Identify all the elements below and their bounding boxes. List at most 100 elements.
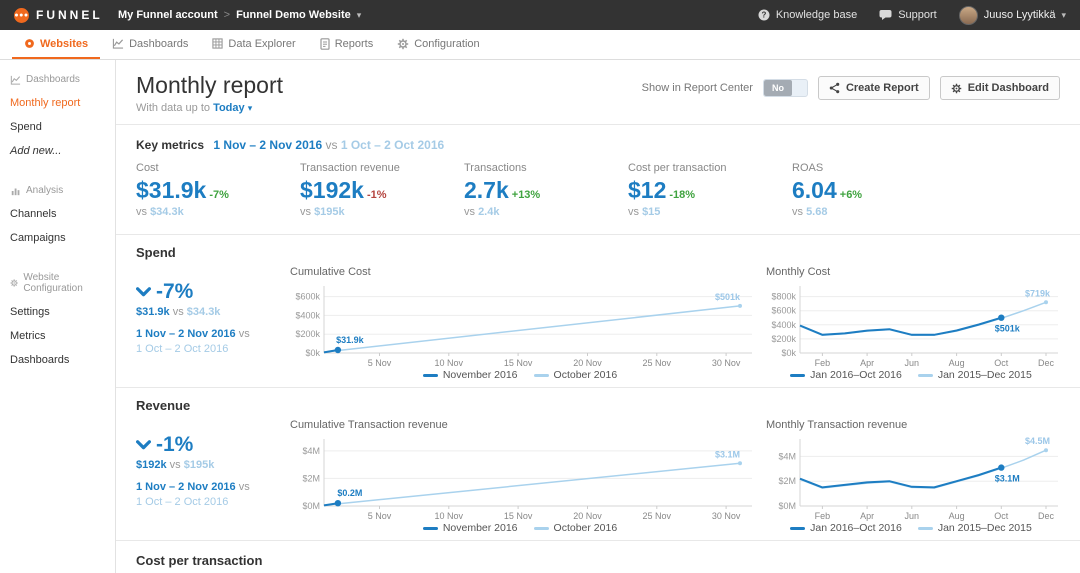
monthly-transaction-revenue-chart: Monthly Transaction revenue $0M$2M$4MFeb…: [762, 419, 1060, 534]
svg-text:$501k: $501k: [995, 324, 1021, 334]
edit-dashboard-label: Edit Dashboard: [968, 82, 1049, 94]
chart-plot[interactable]: $0M$2M$4M5 Nov10 Nov15 Nov20 Nov25 Nov30…: [286, 433, 754, 521]
metric-label: Cost per transaction: [628, 162, 792, 174]
question-icon: ?: [758, 9, 770, 21]
revenue-summary[interactable]: -1% $192k vs $195k 1 Nov – 2 Nov 2016 vs…: [136, 419, 286, 510]
svg-text:Aug: Aug: [949, 511, 965, 521]
chart-legend: Jan 2016–Oct 2016 Jan 2015–Dec 2015: [762, 522, 1060, 534]
metric-label: Transactions: [464, 162, 628, 174]
sidebar-header-label: Website Configuration: [23, 272, 105, 294]
breadcrumb-account[interactable]: My Funnel account: [118, 9, 218, 21]
funnel-logo[interactable]: ●●● FUNNEL: [0, 8, 118, 23]
sidebar-item-monthly-report[interactable]: Monthly report: [0, 91, 115, 115]
metric-transactions[interactable]: Transactions 2.7k+13% vs 2.4k: [464, 162, 628, 218]
document-icon: [320, 38, 330, 50]
metric-transaction-revenue[interactable]: Transaction revenue $192k-1% vs $195k: [300, 162, 464, 218]
legend-item[interactable]: Jan 2016–Oct 2016: [790, 522, 902, 534]
svg-text:Dec: Dec: [1038, 511, 1055, 521]
legend-label: November 2016: [443, 522, 518, 534]
report-center-toggle[interactable]: No: [763, 79, 808, 97]
svg-text:$31.9k: $31.9k: [336, 335, 365, 345]
main-content: Monthly report With data up to Today ▾ S…: [116, 60, 1080, 573]
support-link[interactable]: Support: [879, 9, 937, 21]
svg-text:$3.1M: $3.1M: [995, 474, 1020, 484]
metric-cost-per-transaction[interactable]: Cost per transaction $12-18% vs $15: [628, 162, 792, 218]
metric-delta: +6%: [840, 189, 862, 201]
sidebar-item-channels[interactable]: Channels: [0, 202, 115, 226]
sidebar-item-metrics[interactable]: Metrics: [0, 324, 115, 348]
section-title: Revenue: [136, 398, 1060, 413]
legend-item[interactable]: November 2016: [423, 369, 518, 381]
vs-label: vs: [325, 138, 337, 152]
subtitle-prefix: With data up to: [136, 102, 210, 114]
tab-reports[interactable]: Reports: [308, 30, 386, 59]
line-chart-icon: [10, 75, 21, 85]
metric-delta: +13%: [512, 189, 540, 201]
legend-item[interactable]: Jan 2015–Dec 2015: [918, 522, 1032, 534]
header-actions: Show in Report Center No Create Report E…: [642, 76, 1060, 100]
user-menu[interactable]: Juuso Lyytikkä ▾: [959, 6, 1066, 25]
section-title: Cost per transaction: [136, 553, 1060, 568]
svg-text:$2M: $2M: [302, 473, 320, 483]
chat-icon: [879, 9, 892, 21]
sidebar-item-campaigns[interactable]: Campaigns: [0, 226, 115, 250]
line-chart-icon: [112, 38, 124, 49]
svg-text:$0k: $0k: [305, 348, 320, 358]
legend-item[interactable]: October 2016: [534, 369, 618, 381]
sidebar-item-add-new[interactable]: Add new...: [0, 139, 115, 163]
metric-vs: vs $34.3k: [136, 206, 300, 218]
tab-data-explorer[interactable]: Data Explorer: [200, 30, 307, 59]
compare-period-label[interactable]: 1 Oct – 2 Oct 2016: [341, 138, 444, 152]
metric-vs: vs 5.68: [792, 206, 956, 218]
tab-label: Data Explorer: [228, 38, 295, 50]
edit-dashboard-button[interactable]: Edit Dashboard: [940, 76, 1060, 100]
metric-vs: vs $15: [628, 206, 792, 218]
tab-label: Websites: [40, 38, 88, 50]
knowledge-base-link[interactable]: ? Knowledge base: [758, 9, 857, 21]
legend-item[interactable]: Jan 2015–Dec 2015: [918, 369, 1032, 381]
page-subtitle: With data up to Today ▾: [136, 102, 283, 114]
breadcrumb-site[interactable]: Funnel Demo Website: [236, 9, 351, 21]
sidebar: Dashboards Monthly report Spend Add new.…: [0, 60, 116, 573]
tab-configuration[interactable]: Configuration: [385, 30, 491, 59]
svg-text:$719k: $719k: [1025, 288, 1051, 298]
sidebar-item-dashboards[interactable]: Dashboards: [0, 348, 115, 372]
period-label[interactable]: 1 Nov – 2 Nov 2016: [213, 138, 322, 152]
metric-roas[interactable]: ROAS 6.04+6% vs 5.68: [792, 162, 956, 218]
data-up-to-selector[interactable]: Today ▾: [213, 102, 252, 114]
metric-delta: -7%: [209, 189, 229, 201]
legend-item[interactable]: November 2016: [423, 522, 518, 534]
create-report-button[interactable]: Create Report: [818, 76, 930, 100]
chart-plot[interactable]: $0k$200k$400k$600k5 Nov10 Nov15 Nov20 No…: [286, 280, 754, 368]
metrics-row: Cost $31.9k-7% vs $34.3k Transaction rev…: [136, 162, 1060, 218]
key-metrics-title: Key metrics: [136, 138, 204, 152]
tab-websites[interactable]: Websites: [12, 30, 100, 59]
svg-text:Jun: Jun: [905, 358, 920, 368]
chart-plot[interactable]: $0k$200k$400k$600k$800kFebAprJunAugOctDe…: [762, 280, 1060, 368]
metric-label: Cost: [136, 162, 300, 174]
legend-item[interactable]: Jan 2016–Oct 2016: [790, 369, 902, 381]
svg-text:30 Nov: 30 Nov: [712, 358, 741, 368]
bar-chart-icon: [10, 186, 21, 196]
svg-text:15 Nov: 15 Nov: [504, 358, 533, 368]
tab-dashboards[interactable]: Dashboards: [100, 30, 200, 59]
metric-delta: -1%: [367, 189, 387, 201]
chevron-down-icon[interactable]: ▾: [357, 10, 362, 21]
svg-text:20 Nov: 20 Nov: [573, 511, 602, 521]
avatar: [959, 6, 978, 25]
sidebar-header-label: Analysis: [26, 185, 63, 196]
spend-summary[interactable]: -7% $31.9k vs $34.3k 1 Nov – 2 Nov 2016 …: [136, 266, 286, 357]
legend-swatch: [790, 527, 805, 530]
chevron-down-icon: [136, 440, 151, 450]
page-header: Monthly report With data up to Today ▾ S…: [116, 60, 1080, 125]
legend-item[interactable]: October 2016: [534, 522, 618, 534]
sidebar-item-spend[interactable]: Spend: [0, 115, 115, 139]
legend-swatch: [534, 527, 549, 530]
svg-text:Apr: Apr: [860, 358, 874, 368]
sidebar-header-analysis: Analysis: [0, 177, 115, 202]
chart-plot[interactable]: $0M$2M$4MFebAprJunAugOctDec$4.5M$3.1M: [762, 433, 1060, 521]
svg-text:Feb: Feb: [815, 358, 831, 368]
metric-cost[interactable]: Cost $31.9k-7% vs $34.3k: [136, 162, 300, 218]
sidebar-item-settings[interactable]: Settings: [0, 300, 115, 324]
metric-label: ROAS: [792, 162, 956, 174]
